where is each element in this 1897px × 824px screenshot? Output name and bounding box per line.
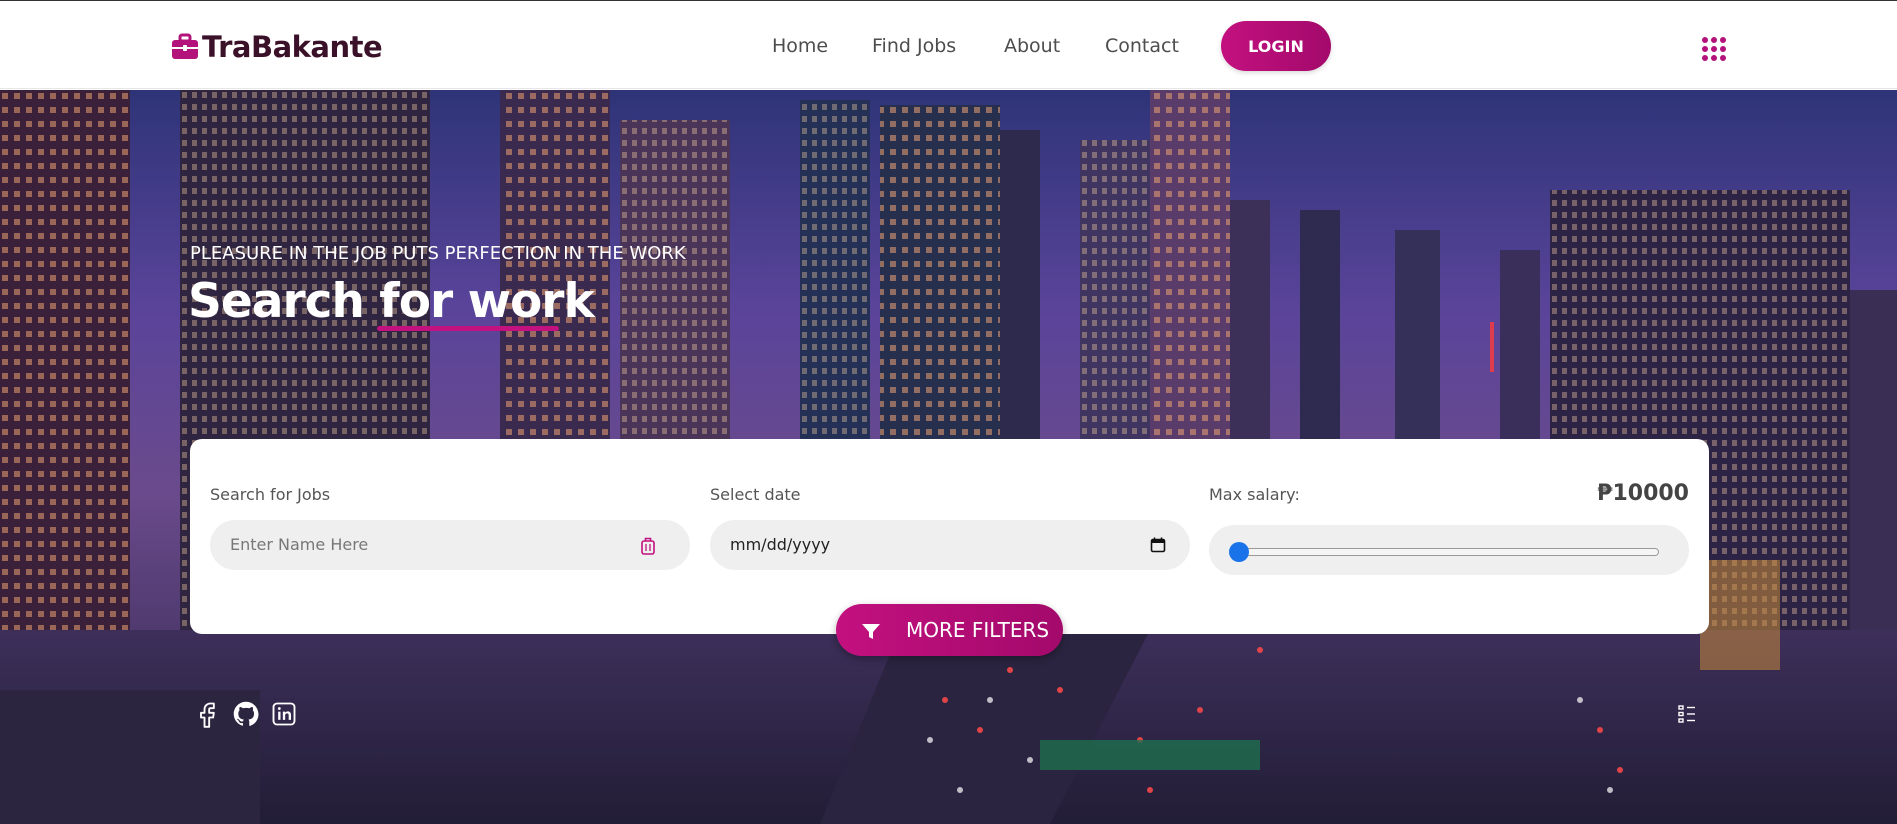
- luggage-icon: [641, 537, 655, 555]
- date-value: mm/dd/yyyy: [730, 535, 831, 554]
- date-input[interactable]: mm/dd/yyyy: [710, 520, 1190, 570]
- more-filters-button[interactable]: MORE FILTERS: [836, 604, 1063, 656]
- salary-label: Max salary:: [1209, 485, 1300, 504]
- nav-contact[interactable]: Contact: [1105, 35, 1179, 57]
- jobs-placeholder: Enter Name Here: [230, 535, 369, 554]
- calendar-icon[interactable]: [1150, 537, 1166, 553]
- salary-slider-container: [1209, 525, 1689, 575]
- briefcase-icon: [172, 33, 198, 59]
- salary-value: ₱10000: [1597, 481, 1689, 506]
- filter-icon: [862, 624, 880, 639]
- github-icon[interactable]: [232, 700, 260, 728]
- brand-logo[interactable]: TraBakante: [170, 27, 383, 67]
- hero-headline: Search for work: [188, 274, 595, 329]
- grid-menu-icon[interactable]: [1702, 37, 1726, 61]
- site-header: TraBakante Home Find Jobs About Contact …: [0, 1, 1897, 89]
- list-icon[interactable]: [1678, 704, 1700, 724]
- salary-slider-track[interactable]: [1239, 548, 1659, 556]
- brand-name: TraBakante: [202, 30, 383, 64]
- facebook-icon[interactable]: [194, 700, 222, 728]
- salary-slider-thumb[interactable]: [1229, 542, 1249, 562]
- date-label: Select date: [710, 485, 801, 504]
- nav-home[interactable]: Home: [772, 35, 828, 57]
- more-filters-label: MORE FILTERS: [906, 618, 1050, 642]
- hero-tagline: PLEASURE IN THE JOB PUTS PERFECTION IN T…: [190, 243, 686, 264]
- headline-underline: [377, 326, 559, 331]
- login-button[interactable]: LOGIN: [1221, 21, 1331, 71]
- nav-find-jobs[interactable]: Find Jobs: [872, 35, 956, 57]
- nav-about[interactable]: About: [1004, 35, 1060, 57]
- jobs-search-input[interactable]: Enter Name Here: [210, 520, 690, 570]
- jobs-label: Search for Jobs: [210, 485, 331, 504]
- linkedin-icon[interactable]: [270, 700, 298, 728]
